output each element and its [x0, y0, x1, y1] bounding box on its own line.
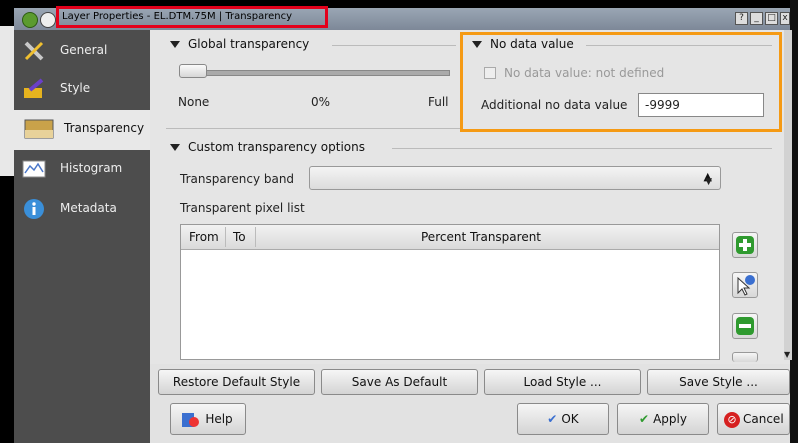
slider-min-label: None [178, 95, 210, 109]
cancel-button-label: Cancel [743, 412, 784, 426]
transparency-slider-thumb[interactable] [179, 64, 207, 78]
pointer-query-icon [737, 275, 755, 296]
collapse-triangle-icon [170, 41, 180, 48]
no-data-header[interactable]: No data value [472, 37, 574, 51]
slider-value-label: 0% [311, 95, 331, 109]
sidebar-item-histogram[interactable]: Histogram [14, 150, 150, 188]
add-value-button[interactable] [732, 232, 758, 258]
collapse-triangle-icon [472, 41, 482, 48]
remove-value-button[interactable] [732, 313, 758, 339]
scroll-down-arrow-icon[interactable]: ▼ [784, 350, 790, 359]
restore-default-style-button[interactable]: Restore Default Style [158, 369, 315, 395]
histogram-icon [22, 160, 46, 178]
cancel-button[interactable]: ⊘ Cancel [717, 403, 790, 435]
pixel-list-label: Transparent pixel list [180, 201, 305, 215]
panel-scrollbar[interactable]: ▼ [784, 30, 792, 360]
down-arrow-icon: ▼ [705, 177, 712, 187]
group-divider [392, 148, 772, 149]
help-window-button[interactable]: ? [735, 12, 748, 25]
sidebar-item-label: Metadata [60, 201, 117, 215]
cancel-icon: ⊘ [724, 411, 740, 428]
apply-button[interactable]: ✔ Apply [617, 403, 709, 435]
transparency-band-select[interactable]: ▲ ▼ [309, 166, 721, 190]
load-style-button[interactable]: Load Style ... [484, 369, 641, 395]
close-button[interactable]: x [780, 12, 790, 25]
column-separator [225, 227, 226, 247]
group-divider [332, 45, 456, 46]
sidebar-item-general[interactable]: General [14, 32, 150, 70]
sidebar-item-style[interactable]: Style [14, 70, 150, 108]
checkmark-icon: ✔ [547, 412, 558, 426]
sidebar-item-label: Transparency [64, 121, 145, 135]
help-button[interactable]: Help [170, 403, 246, 435]
custom-transparency-header[interactable]: Custom transparency options [170, 140, 365, 154]
additional-no-data-input[interactable]: -9999 [638, 93, 764, 117]
qgis-logo-icon [22, 12, 38, 28]
transparent-pixel-table[interactable]: From To Percent Transparent [180, 224, 720, 360]
wrench-icon [24, 41, 44, 61]
global-transparency-header[interactable]: Global transparency [170, 37, 309, 51]
add-icon [736, 236, 754, 254]
add-value-from-display-button[interactable] [732, 272, 758, 298]
maximize-button[interactable]: □ [765, 12, 778, 25]
transparency-slider-track[interactable] [182, 70, 450, 76]
group-title: No data value [490, 37, 574, 51]
column-header-to[interactable]: To [233, 230, 246, 244]
table-header: From To Percent Transparent [181, 225, 719, 250]
additional-no-data-label: Additional no data value [481, 98, 628, 112]
sidebar-item-label: Style [60, 81, 91, 95]
group-title: Global transparency [188, 37, 310, 51]
column-header-from[interactable]: From [189, 230, 219, 244]
no-data-checkbox-label: No data value: not defined [504, 66, 665, 80]
sidebar-item-metadata[interactable]: Metadata [14, 190, 150, 228]
ok-button[interactable]: ✔ OK [517, 403, 609, 435]
slider-max-label: Full [428, 95, 449, 109]
column-separator [255, 227, 256, 247]
sidebar-item-label: General [60, 43, 108, 57]
column-header-percent[interactable]: Percent Transparent [421, 230, 541, 244]
minimize-button[interactable]: _ [750, 12, 763, 25]
save-style-button[interactable]: Save Style ... [647, 369, 790, 395]
checkmark-icon: ✔ [639, 412, 650, 426]
group-border [166, 128, 460, 129]
save-as-default-button[interactable]: Save As Default [321, 369, 478, 395]
info-icon [24, 199, 44, 219]
group-title: Custom transparency options [188, 140, 365, 154]
ok-button-label: OK [561, 412, 579, 426]
transparency-band-label: Transparency band [180, 172, 295, 186]
paintbrush-icon [24, 78, 44, 98]
transparency-icon [24, 119, 54, 139]
window-menu-icon[interactable] [40, 12, 56, 28]
remove-icon [736, 317, 754, 335]
sidebar-item-transparency[interactable]: Transparency [14, 110, 150, 150]
apply-button-label: Apply [653, 412, 687, 426]
collapse-triangle-icon [170, 144, 180, 151]
title-highlight-box [56, 6, 328, 28]
help-icon [182, 413, 199, 427]
group-divider [586, 45, 772, 46]
sidebar-item-label: Histogram [60, 161, 123, 175]
default-values-button[interactable] [732, 352, 758, 362]
no-data-checkbox[interactable] [484, 67, 496, 79]
